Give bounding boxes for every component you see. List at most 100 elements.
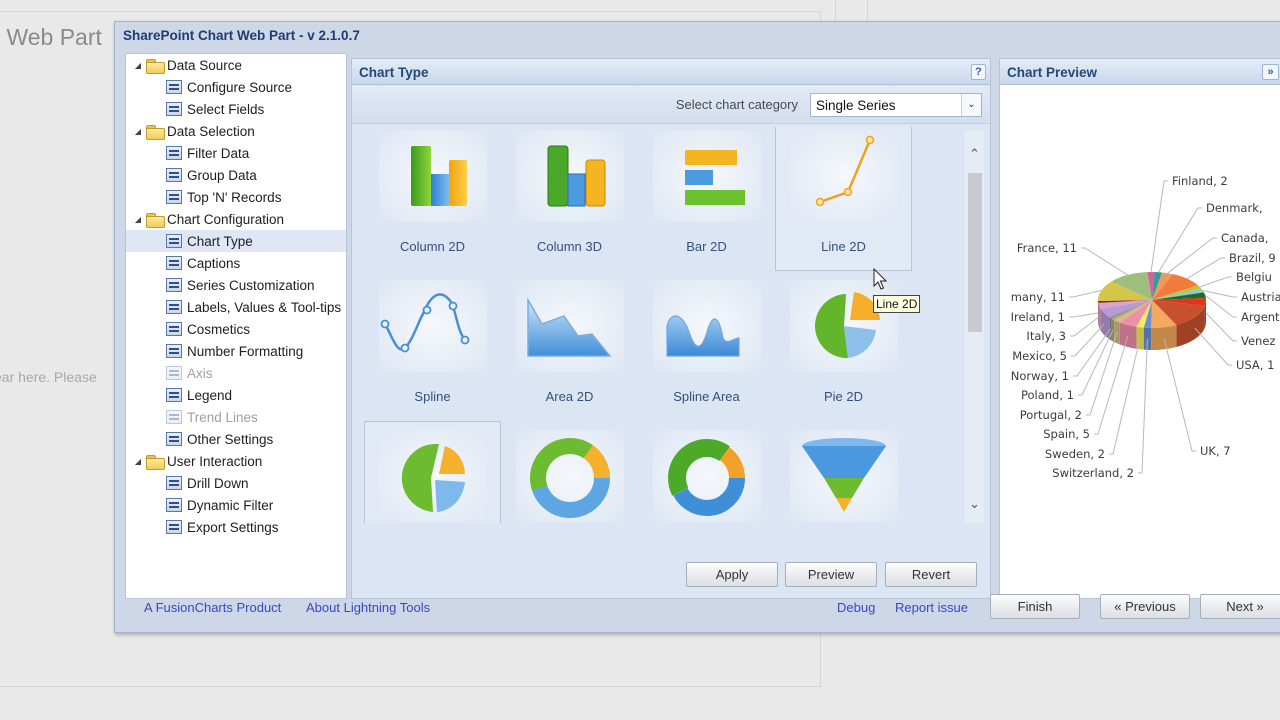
- pie-data-label: Brazil, 9: [1229, 251, 1276, 265]
- tree-item-page[interactable]: Export Settings: [126, 516, 346, 538]
- pie-leader-line: [1163, 338, 1196, 452]
- chart-type-tile[interactable]: Line 2D: [775, 127, 912, 271]
- tree-item-folder[interactable]: ◢ User Interaction: [126, 450, 346, 472]
- expand-arrow-icon[interactable]: ◢: [132, 127, 144, 136]
- column-2d-icon: [379, 130, 487, 222]
- tree-item-folder[interactable]: ◢ Data Source: [126, 54, 346, 76]
- tree-item-page[interactable]: Captions: [126, 252, 346, 274]
- expand-arrow-icon[interactable]: ◢: [132, 457, 144, 466]
- chart-type-label: Area 2D: [545, 389, 594, 404]
- line-2d-icon: [790, 130, 898, 222]
- chart-type-tile[interactable]: Column 3D: [501, 127, 638, 271]
- tree-item-page[interactable]: Labels, Values & Tool-tips: [126, 296, 346, 318]
- settings-page-icon: [166, 432, 182, 446]
- tree-item-page[interactable]: Trend Lines: [126, 406, 346, 428]
- chart-type-tile[interactable]: Column 2D: [364, 127, 501, 271]
- pie-slice-side: [1111, 318, 1115, 342]
- pie-leader-line: [1081, 247, 1128, 276]
- chart-category-label: Select chart category: [675, 97, 798, 112]
- debug-link[interactable]: Debug: [837, 600, 875, 615]
- settings-page-icon: [166, 102, 182, 116]
- tree-item-page[interactable]: Configure Source: [126, 76, 346, 98]
- page-divider: [0, 11, 820, 12]
- tree-item-page[interactable]: Axis: [126, 362, 346, 384]
- chart-type-header: Chart Type ?: [352, 59, 990, 85]
- tree-item-label: Drill Down: [187, 475, 249, 491]
- chart-category-toolbar: Select chart category Single Series ⌄: [352, 86, 990, 124]
- pie-leader-line: [1202, 290, 1237, 298]
- tree-item-label: Filter Data: [187, 145, 250, 161]
- pie-data-label: Sweden, 2: [1045, 447, 1105, 461]
- tree-item-page[interactable]: Chart Type: [126, 230, 346, 252]
- tree-item-page[interactable]: Filter Data: [126, 142, 346, 164]
- pie-slice-side: [1151, 325, 1177, 350]
- tree-item-label: User Interaction: [167, 453, 263, 469]
- folder-icon: [146, 124, 165, 140]
- pie-data-label: Italy, 3: [1026, 329, 1066, 343]
- expand-arrow-icon[interactable]: ◢: [132, 61, 144, 70]
- tree-item-page[interactable]: Legend: [126, 384, 346, 406]
- previous-button[interactable]: « Previous: [1100, 594, 1190, 619]
- preview-button[interactable]: Preview: [785, 562, 877, 587]
- tree-item-page[interactable]: Drill Down: [126, 472, 346, 494]
- chart-preview-panel: Chart Preview » Finland, 2 Denmark, Canad…: [999, 58, 1280, 599]
- tree-item-page[interactable]: Series Customization: [126, 274, 346, 296]
- chart-type-tile[interactable]: Area 2D: [501, 271, 638, 421]
- tree-item-page[interactable]: Select Fields: [126, 98, 346, 120]
- revert-button[interactable]: Revert: [885, 562, 977, 587]
- tree-item-page[interactable]: Group Data: [126, 164, 346, 186]
- pie-data-label: Denmark,: [1206, 201, 1263, 215]
- help-button[interactable]: ?: [971, 64, 986, 80]
- pie-data-label: France, 11: [1017, 241, 1077, 255]
- report-issue-link[interactable]: Report issue: [895, 600, 968, 615]
- chevron-down-icon[interactable]: ⌄: [965, 493, 984, 515]
- bar-2d-icon: [653, 130, 761, 222]
- tree-item-label: Captions: [187, 255, 241, 271]
- tree-item-page[interactable]: Cosmetics: [126, 318, 346, 340]
- tree-item-label: Export Settings: [187, 519, 279, 535]
- pie-data-label: Finland, 2: [1172, 174, 1228, 188]
- fusioncharts-link[interactable]: A FusionCharts Product: [144, 600, 281, 615]
- tree-item-page[interactable]: Other Settings: [126, 428, 346, 450]
- chevron-down-icon[interactable]: ⌄: [961, 94, 981, 116]
- chart-type-tile[interactable]: Pie 2D: [775, 271, 912, 421]
- settings-page-icon: [166, 146, 182, 160]
- pie-leader-line: [1167, 237, 1217, 274]
- pie-data-label: USA, 1: [1236, 358, 1274, 372]
- tree-item-page[interactable]: Number Formatting: [126, 340, 346, 362]
- tree-item-page[interactable]: Dynamic Filter: [126, 494, 346, 516]
- chart-type-tile[interactable]: [638, 421, 775, 523]
- chart-type-tile[interactable]: Bar 2D: [638, 127, 775, 271]
- web-part-title: rt Web Part: [0, 24, 102, 50]
- funnel-icon: [790, 430, 898, 522]
- doughnut-3d-icon: [653, 430, 761, 522]
- collapse-panel-icon[interactable]: »: [1262, 64, 1279, 80]
- pie-data-label: Switzerland, 2: [1052, 466, 1134, 480]
- expand-arrow-icon[interactable]: ◢: [132, 215, 144, 224]
- about-lightning-tools-link[interactable]: About Lightning Tools: [306, 600, 430, 615]
- tree-item-label: Chart Type: [187, 233, 253, 249]
- next-button[interactable]: Next »: [1200, 594, 1280, 619]
- settings-page-icon: [166, 168, 182, 182]
- tree-item-label: Cosmetics: [187, 321, 251, 337]
- tree-item-label: Data Source: [167, 57, 243, 73]
- tree-item-folder[interactable]: ◢ Chart Configuration: [126, 208, 346, 230]
- chart-type-tile[interactable]: [501, 421, 638, 523]
- chart-type-tile[interactable]: [364, 421, 501, 523]
- chevron-up-icon[interactable]: ⌃: [965, 143, 984, 165]
- chart-type-tile[interactable]: [775, 421, 912, 523]
- dialog-title: SharePoint Chart Web Part - v 2.1.0.7: [123, 28, 360, 43]
- scroll-thumb[interactable]: [968, 173, 982, 332]
- pie-data-label: Spain, 5: [1043, 427, 1090, 441]
- tree-item-page[interactable]: Top 'N' Records: [126, 186, 346, 208]
- chart-type-tile[interactable]: Spline: [364, 271, 501, 421]
- apply-button[interactable]: Apply: [686, 562, 778, 587]
- pie-data-label: Portugal, 2: [1020, 408, 1082, 422]
- folder-icon: [146, 454, 165, 470]
- tree-item-folder[interactable]: ◢ Data Selection: [126, 120, 346, 142]
- finish-button[interactable]: Finish: [990, 594, 1080, 619]
- settings-page-icon: [166, 410, 182, 424]
- chart-type-tile[interactable]: Spline Area: [638, 271, 775, 421]
- gallery-scrollbar[interactable]: ⌃ ⌄: [965, 131, 984, 523]
- chart-category-select[interactable]: Single Series ⌄: [810, 93, 982, 117]
